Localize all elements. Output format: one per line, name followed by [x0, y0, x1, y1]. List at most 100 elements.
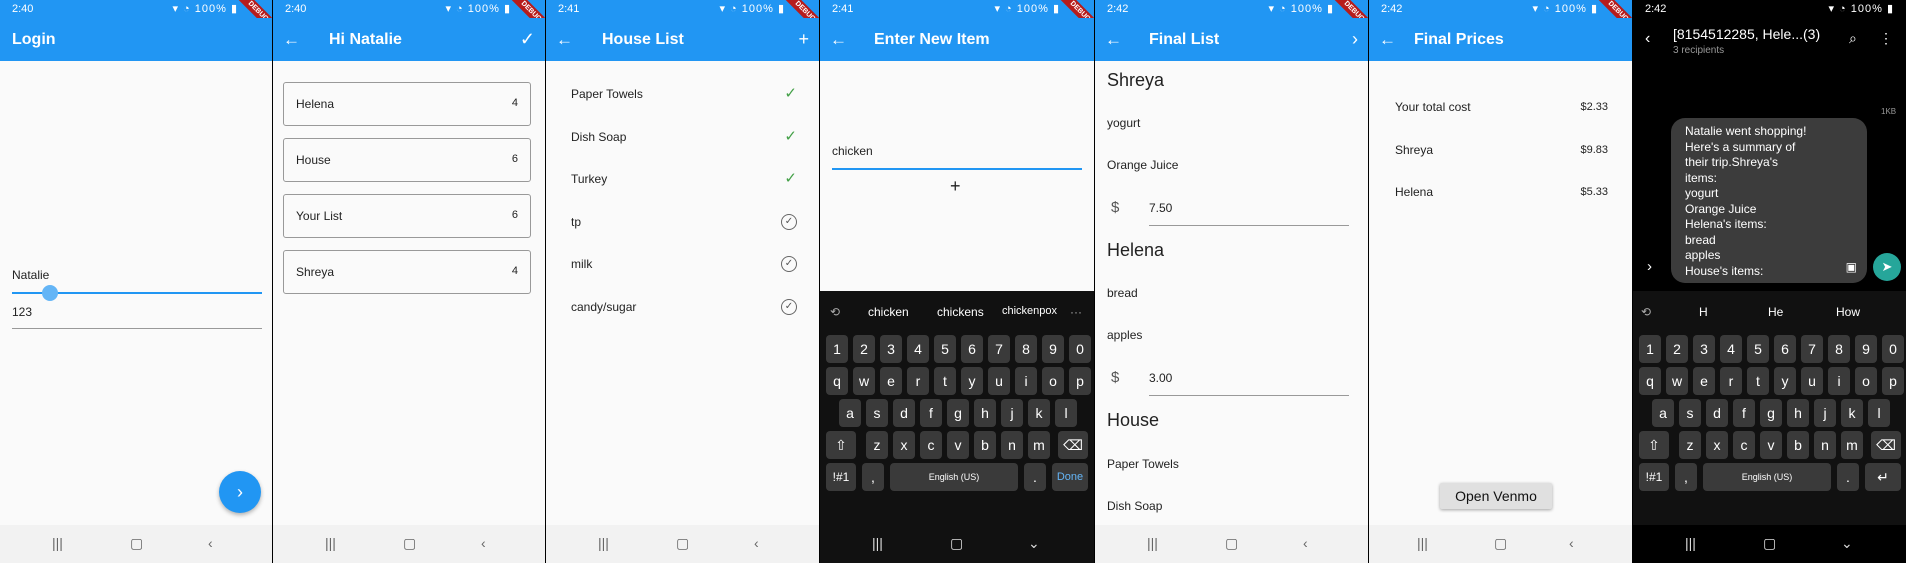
recents-icon[interactable]: |||	[872, 535, 883, 551]
key[interactable]: d	[893, 399, 915, 427]
key[interactable]: m	[1028, 431, 1050, 459]
key[interactable]: 1	[1639, 335, 1661, 363]
refresh-icon[interactable]: ⟲	[830, 305, 840, 319]
key[interactable]: o	[1042, 367, 1064, 395]
key[interactable]: f	[920, 399, 942, 427]
symbols-key[interactable]: !#1	[826, 463, 856, 491]
checked-icon[interactable]: ✓	[784, 169, 797, 187]
key[interactable]: 7	[988, 335, 1010, 363]
list-card[interactable]: Your List 6	[283, 194, 531, 238]
home-icon[interactable]: ▢	[1494, 535, 1507, 552]
key[interactable]: 4	[907, 335, 929, 363]
item-input[interactable]: chicken	[832, 144, 873, 158]
unchecked-icon[interactable]: ✓	[781, 256, 797, 272]
home-icon[interactable]: ▢	[676, 535, 689, 552]
key[interactable]: e	[1693, 367, 1715, 395]
backspace-icon[interactable]: ⌫	[1871, 431, 1901, 459]
key[interactable]: w	[853, 367, 875, 395]
hide-keyboard-icon[interactable]: ⌄	[1841, 535, 1853, 552]
recents-icon[interactable]: |||	[1685, 535, 1696, 551]
shift-icon[interactable]: ⇧	[826, 431, 856, 459]
key[interactable]: i	[1828, 367, 1850, 395]
suggestion[interactable]: How	[1836, 305, 1860, 319]
list-card[interactable]: Helena 4	[283, 82, 531, 126]
pin-field[interactable]: 123	[12, 305, 32, 319]
key[interactable]: t	[1747, 367, 1769, 395]
price-input[interactable]: 7.50	[1149, 201, 1172, 215]
key[interactable]: o	[1855, 367, 1877, 395]
hide-keyboard-icon[interactable]: ⌄	[1028, 535, 1040, 552]
key[interactable]: 8	[1015, 335, 1037, 363]
key[interactable]: 7	[1801, 335, 1823, 363]
home-icon[interactable]: ▢	[403, 535, 416, 552]
message-compose-field[interactable]: Natalie went shopping! Here's a summary …	[1671, 118, 1867, 283]
back-nav-icon[interactable]: ‹	[208, 535, 213, 551]
recents-icon[interactable]: |||	[52, 535, 63, 551]
back-nav-icon[interactable]: ‹	[1303, 535, 1308, 551]
expand-icon[interactable]: ›	[1647, 258, 1652, 275]
add-icon[interactable]: +	[798, 18, 809, 61]
enter-icon[interactable]: ↵	[1865, 463, 1901, 491]
backspace-icon[interactable]: ⌫	[1058, 431, 1088, 459]
key[interactable]: a	[1652, 399, 1674, 427]
key[interactable]: v	[1760, 431, 1782, 459]
checked-icon[interactable]: ✓	[784, 127, 797, 145]
key[interactable]: s	[866, 399, 888, 427]
back-arrow-icon[interactable]: ←	[283, 18, 300, 61]
key[interactable]: 3	[880, 335, 902, 363]
key[interactable]: 2	[853, 335, 875, 363]
suggestion[interactable]: chicken	[868, 305, 909, 319]
key[interactable]: 5	[1747, 335, 1769, 363]
space-bar[interactable]: English (US)	[1703, 463, 1831, 491]
back-arrow-icon[interactable]: ←	[830, 18, 847, 61]
key[interactable]: r	[1720, 367, 1742, 395]
key[interactable]: g	[1760, 399, 1782, 427]
period-key[interactable]: .	[1837, 463, 1859, 491]
space-bar[interactable]: English (US)	[890, 463, 1018, 491]
key[interactable]: e	[880, 367, 902, 395]
key[interactable]: s	[1679, 399, 1701, 427]
back-nav-icon[interactable]: ‹	[1569, 535, 1574, 551]
key[interactable]: j	[1001, 399, 1023, 427]
key[interactable]: n	[1814, 431, 1836, 459]
key[interactable]: k	[1841, 399, 1863, 427]
comma-key[interactable]: ,	[862, 463, 884, 491]
key[interactable]: p	[1069, 367, 1091, 395]
key[interactable]: 9	[1042, 335, 1064, 363]
home-icon[interactable]: ▢	[1763, 535, 1776, 552]
sticker-icon[interactable]: ▣	[1846, 260, 1857, 276]
suggestion[interactable]: chickens	[937, 305, 984, 319]
comma-key[interactable]: ,	[1675, 463, 1697, 491]
suggestion[interactable]: H	[1699, 305, 1708, 319]
key[interactable]: y	[961, 367, 983, 395]
unchecked-icon[interactable]: ✓	[781, 214, 797, 230]
open-venmo-button[interactable]: Open Venmo	[1440, 483, 1552, 509]
key[interactable]: z	[1679, 431, 1701, 459]
key[interactable]: b	[974, 431, 996, 459]
back-nav-icon[interactable]: ‹	[481, 535, 486, 551]
key[interactable]: v	[947, 431, 969, 459]
home-icon[interactable]: ▢	[950, 535, 963, 552]
key[interactable]: 6	[1774, 335, 1796, 363]
key[interactable]: g	[947, 399, 969, 427]
back-nav-icon[interactable]: ‹	[754, 535, 759, 551]
recents-icon[interactable]: |||	[598, 535, 609, 551]
key[interactable]: a	[839, 399, 861, 427]
key[interactable]: 2	[1666, 335, 1688, 363]
conversation-title[interactable]: [8154512285, Hele...(3)	[1673, 26, 1820, 42]
back-arrow-icon[interactable]: ←	[1379, 18, 1396, 61]
suggestion[interactable]: He	[1768, 305, 1783, 319]
done-key[interactable]: Done	[1052, 463, 1088, 491]
key[interactable]: l	[1868, 399, 1890, 427]
refresh-icon[interactable]: ⟲	[1641, 305, 1651, 319]
key[interactable]: u	[1801, 367, 1823, 395]
key[interactable]: l	[1055, 399, 1077, 427]
key[interactable]: y	[1774, 367, 1796, 395]
shift-icon[interactable]: ⇧	[1639, 431, 1669, 459]
key[interactable]: f	[1733, 399, 1755, 427]
key[interactable]: r	[907, 367, 929, 395]
period-key[interactable]: .	[1024, 463, 1046, 491]
more-icon[interactable]: ···	[1070, 305, 1082, 319]
add-item-button[interactable]: +	[950, 176, 961, 197]
symbols-key[interactable]: !#1	[1639, 463, 1669, 491]
